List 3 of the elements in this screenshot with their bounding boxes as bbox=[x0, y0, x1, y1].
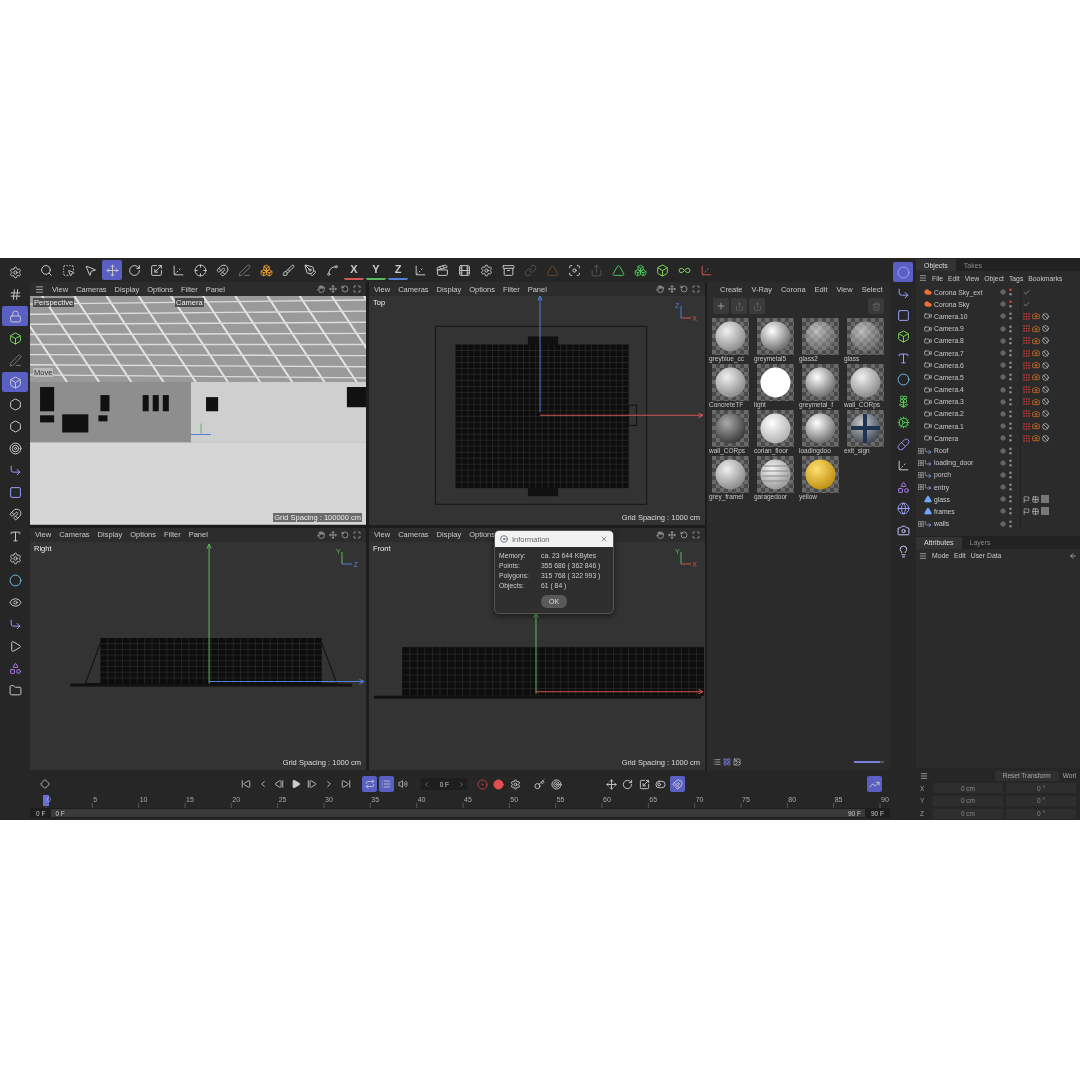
axis-toggle-button[interactable]: X bbox=[344, 260, 364, 280]
axis-toggle-button[interactable]: Z bbox=[388, 260, 408, 280]
axis-toggle-button[interactable]: Y bbox=[366, 260, 386, 280]
